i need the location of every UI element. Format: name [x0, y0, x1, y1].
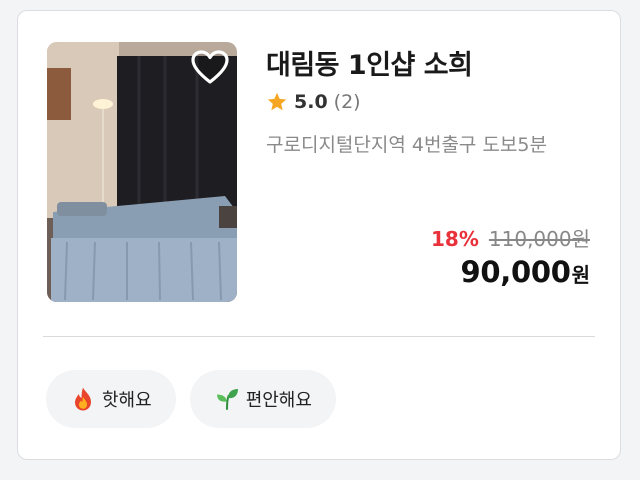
star-icon: [267, 92, 287, 111]
tag-label: 편안해요: [245, 390, 312, 411]
rating-score: 5.0: [294, 91, 328, 113]
leaf-icon: [216, 389, 238, 410]
review-count: (2): [333, 91, 361, 113]
heart-icon[interactable]: [191, 50, 229, 86]
final-price-unit: 원: [571, 263, 590, 287]
tag-label: 핫해요: [102, 390, 152, 411]
tag-hot[interactable]: 핫해요: [46, 370, 176, 428]
tag-list: 핫해요 편안해요: [46, 370, 336, 428]
original-price: 110,000원: [488, 227, 590, 251]
price-original-row: 18% 110,000원: [431, 223, 590, 252]
final-price-amount: 90,000: [460, 255, 571, 289]
fire-icon: [75, 387, 91, 411]
final-price: 90,000 원: [460, 255, 590, 289]
discount-rate: 18%: [431, 227, 479, 251]
location-text: 구로디지털단지역 4번출구 도보5분: [266, 134, 547, 156]
listing-thumbnail[interactable]: [47, 42, 237, 302]
tag-comfortable[interactable]: 편안해요: [189, 370, 336, 428]
divider: [43, 336, 595, 337]
rating: 5.0 (2): [266, 91, 361, 113]
listing-card[interactable]: 대림동 1인샵 소희 5.0 (2) 구로디지털단지역 4번출구 도보5분 18…: [17, 10, 621, 460]
listing-title[interactable]: 대림동 1인샵 소희: [266, 43, 473, 82]
